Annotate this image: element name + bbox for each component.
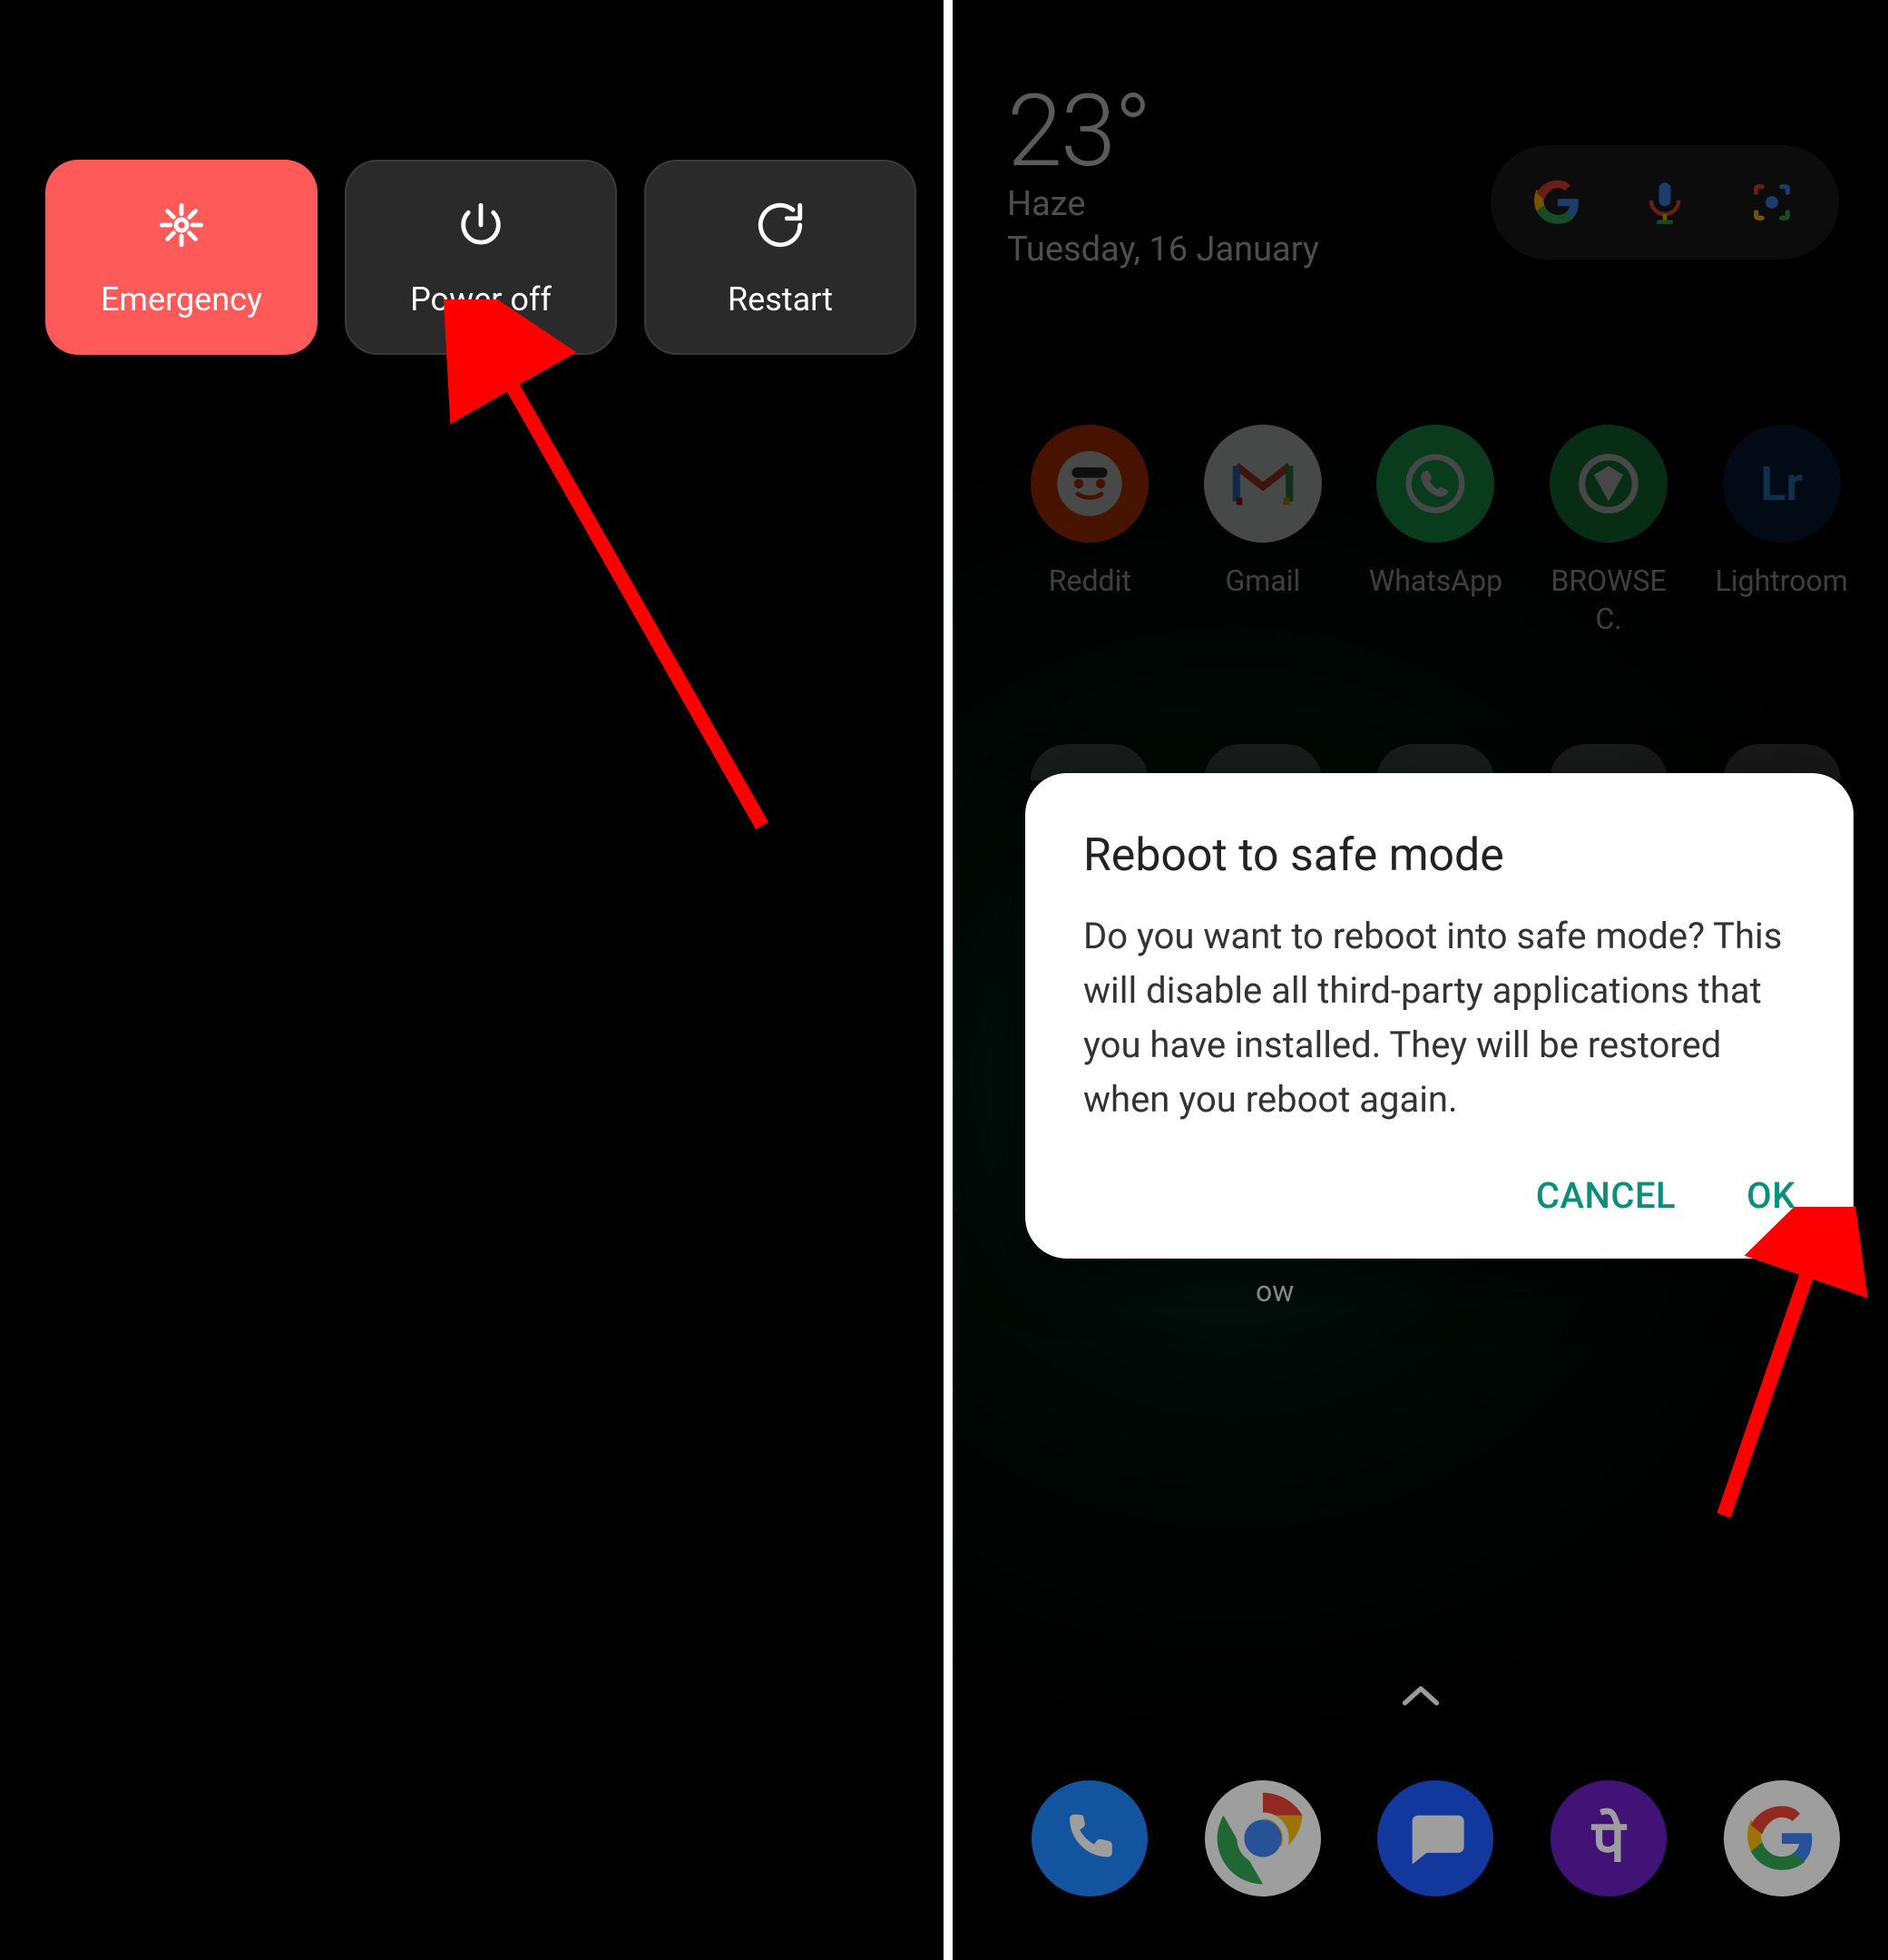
power-menu-screen: Emergency Power off Re <box>0 0 944 1960</box>
power-off-label: Power off <box>410 283 552 316</box>
dock-chrome[interactable] <box>1205 1780 1321 1896</box>
emergency-icon <box>155 199 208 260</box>
emergency-label: Emergency <box>101 283 262 316</box>
cancel-button[interactable]: CANCEL <box>1536 1174 1676 1217</box>
ok-button[interactable]: OK <box>1746 1174 1795 1217</box>
restart-icon <box>754 199 807 260</box>
dialog-title: Reboot to safe mode <box>1083 829 1795 882</box>
power-menu-row: Emergency Power off Re <box>45 160 916 355</box>
app-drawer-caret-icon[interactable] <box>1402 1673 1440 1716</box>
dock-google[interactable] <box>1724 1780 1840 1896</box>
dialog-body: Do you want to reboot into safe mode? Th… <box>1083 909 1795 1127</box>
power-icon <box>455 199 507 260</box>
truncated-app-label: ow <box>1256 1274 1294 1308</box>
dock-messages[interactable] <box>1377 1780 1493 1896</box>
power-off-button[interactable]: Power off <box>345 160 617 355</box>
panel-divider <box>944 0 953 1960</box>
restart-button[interactable]: Restart <box>644 160 916 355</box>
home-dock: पे <box>1009 1780 1863 1896</box>
restart-label: Restart <box>728 283 833 316</box>
home-screen: 23° Haze Tuesday, 16 January <box>953 0 1888 1960</box>
emergency-button[interactable]: Emergency <box>45 160 318 355</box>
dialog-actions: CANCEL OK <box>1083 1174 1795 1217</box>
safe-mode-dialog: Reboot to safe mode Do you want to reboo… <box>1025 773 1854 1259</box>
dock-phone[interactable] <box>1032 1780 1148 1896</box>
annotation-arrow-left <box>435 299 817 862</box>
dock-phonepe[interactable]: पे <box>1551 1780 1667 1896</box>
